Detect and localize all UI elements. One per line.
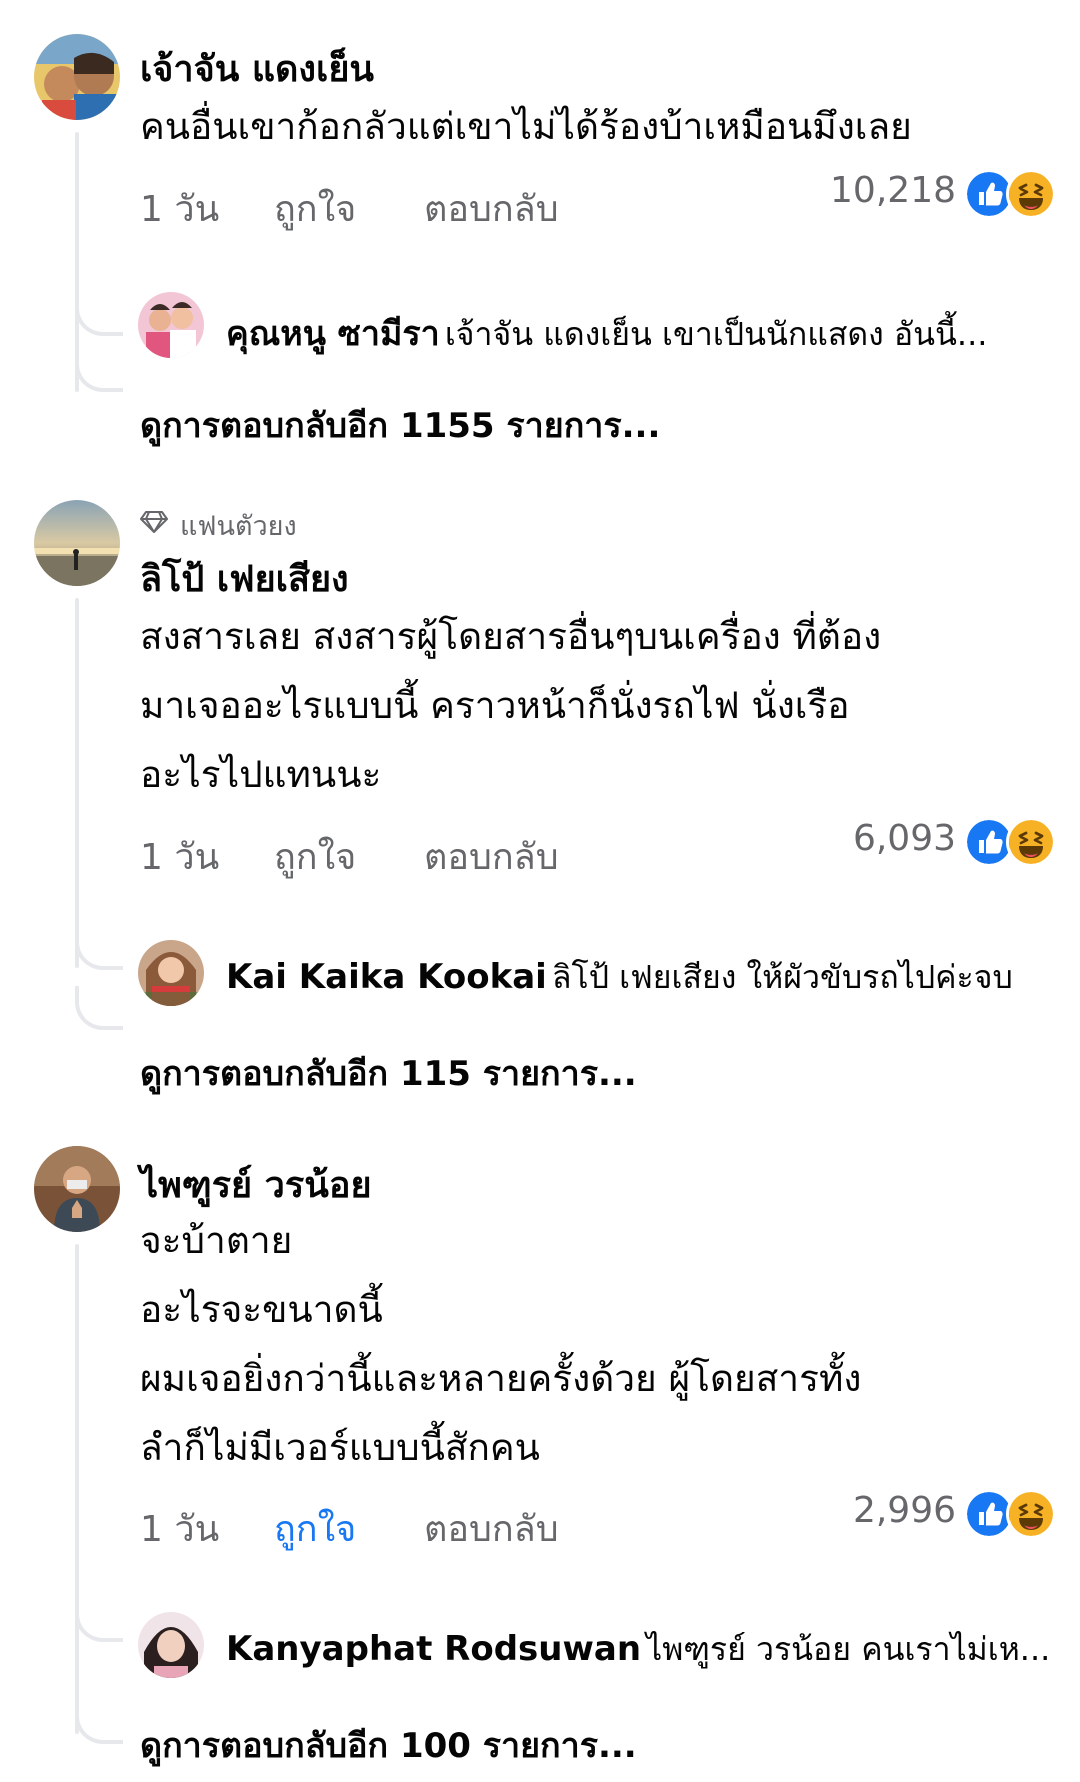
comment-author[interactable]: ลิโป้ เฟยเสียง	[140, 550, 349, 607]
reaction-count[interactable]: 6,093	[780, 818, 956, 859]
comment-text: ผมเจอยิ่งกว่านี้และหลายครั้งด้วย ผู้โดยส…	[140, 1357, 862, 1400]
diamond-icon	[140, 511, 168, 533]
avatar-photo	[138, 292, 204, 358]
comment-text: อะไรไปแทนนะ	[140, 753, 382, 796]
comment-time[interactable]: 1 วัน	[140, 828, 219, 885]
thread-branch	[75, 1700, 123, 1744]
thread-branch	[75, 292, 123, 336]
avatar-photo	[138, 940, 204, 1006]
view-more-replies-link[interactable]: ดูการตอบกลับอีก 115 รายการ...	[140, 1046, 637, 1100]
comment-text: จะบ้าตาย	[140, 1219, 293, 1262]
thread-branch	[75, 1598, 123, 1642]
reply-text[interactable]: ลิโป้ เฟยเสียง ให้ผัวขับรถไปค่ะจบ	[552, 958, 1013, 996]
reaction-count[interactable]: 10,218	[780, 170, 956, 211]
thread-branch	[75, 986, 123, 1030]
thread-line	[75, 598, 79, 968]
like-button[interactable]: ถูกใจ	[274, 180, 356, 237]
comment-author[interactable]: ไพฑูรย์ วรน้อย	[140, 1156, 372, 1213]
reaction-count[interactable]: 2,996	[780, 1490, 956, 1531]
reply-avatar[interactable]	[138, 292, 204, 358]
reply-button[interactable]: ตอบกลับ	[424, 180, 559, 237]
thread-branch	[75, 926, 123, 970]
comment-text: สงสารเลย สงสารผู้โดยสารอื่นๆบนเครื่อง ที…	[140, 615, 882, 658]
comment-time[interactable]: 1 วัน	[140, 180, 219, 237]
reply-avatar[interactable]	[138, 1612, 204, 1678]
avatar[interactable]	[34, 500, 120, 586]
reply-avatar[interactable]	[138, 940, 204, 1006]
reply-author[interactable]: Kanyaphat Rodsuwan	[226, 1629, 641, 1669]
reply-author[interactable]: คุณหนู ซามีรา	[226, 314, 440, 354]
avatar[interactable]	[34, 1146, 120, 1232]
comment-author[interactable]: เจ้าจัน แดงเย็น	[140, 40, 374, 97]
top-fan-badge: แฟนตัวยง	[180, 511, 297, 542]
haha-icon	[1006, 169, 1056, 219]
comment-text: มาเจออะไรแบบนี้ คราวหน้าก็นั่งรถไฟ นั่งเ…	[140, 684, 850, 727]
comment-text: ลำก็ไม่มีเวอร์แบบนี้สักคน	[140, 1426, 540, 1469]
avatar-photo	[34, 1146, 120, 1232]
like-button[interactable]: ถูกใจ	[274, 1500, 356, 1557]
reply-button[interactable]: ตอบกลับ	[424, 1500, 559, 1557]
reply-text[interactable]: เจ้าจัน แดงเย็น เขาเป็นนักแสดง อันนี้...	[445, 315, 988, 353]
haha-icon	[1006, 1489, 1056, 1539]
comment-text: อะไรจะขนาดนี้	[140, 1288, 383, 1331]
view-more-replies-link[interactable]: ดูการตอบกลับอีก 100 รายการ...	[140, 1718, 637, 1772]
thread-line	[75, 1244, 79, 1734]
like-button[interactable]: ถูกใจ	[274, 828, 356, 885]
view-more-replies-link[interactable]: ดูการตอบกลับอีก 1155 รายการ...	[140, 398, 660, 452]
thread-branch	[75, 348, 123, 392]
comment-time[interactable]: 1 วัน	[140, 1500, 219, 1557]
avatar-photo	[138, 1612, 204, 1678]
comment-text: คนอื่นเขาก้อกลัวแต่เขาไม่ได้ร้องบ้าเหมือ…	[140, 105, 912, 148]
avatar-photo	[34, 500, 120, 586]
reply-text[interactable]: ไพฑูรย์ วรน้อย คนเราไม่เห...	[646, 1630, 1050, 1668]
avatar[interactable]	[34, 34, 120, 120]
reply-author[interactable]: Kai Kaika Kookai	[226, 957, 547, 997]
avatar-photo	[34, 34, 120, 120]
reply-button[interactable]: ตอบกลับ	[424, 828, 559, 885]
haha-icon	[1006, 817, 1056, 867]
